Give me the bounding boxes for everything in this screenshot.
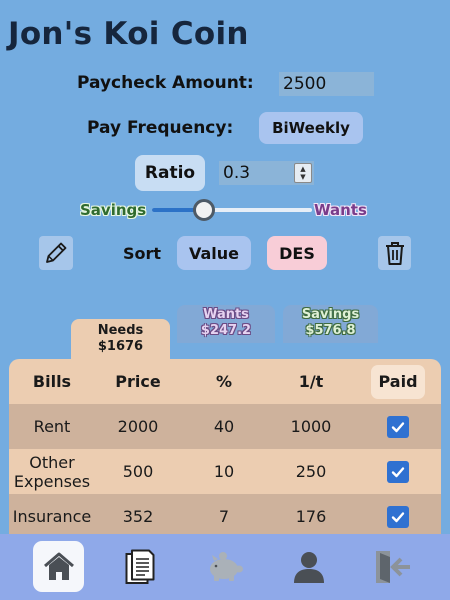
tab-wants[interactable]: Wants $247.2 — [177, 305, 275, 343]
tab-wants-amount: $247.2 — [200, 323, 252, 338]
nav-profile[interactable] — [283, 541, 334, 592]
slider-thumb[interactable] — [193, 199, 215, 221]
paid-cell — [355, 505, 441, 528]
app-title: Jon's Koi Coin — [8, 16, 249, 52]
spin-up-icon[interactable]: ▲ — [300, 165, 305, 173]
bill-percent: 10 — [213, 462, 235, 481]
table-row[interactable]: Insurance 352 7 176 — [9, 494, 441, 535]
home-icon — [43, 552, 74, 580]
paid-cell — [355, 415, 441, 438]
bills-table: Bills Price % 1/t Paid Rent 2000 40 1000… — [9, 359, 441, 535]
header-per-period[interactable]: 1/t — [267, 372, 355, 391]
trash-icon — [385, 242, 404, 265]
spin-down-icon[interactable]: ▼ — [300, 173, 305, 181]
paycheck-amount-input[interactable] — [279, 72, 374, 96]
nav-savings[interactable] — [199, 541, 250, 592]
header-paid-cell: Paid — [355, 364, 441, 399]
edit-button[interactable] — [39, 236, 73, 270]
bill-name: Other Expenses — [13, 452, 91, 491]
bill-percent: 40 — [213, 417, 235, 436]
nav-document[interactable] — [114, 541, 165, 592]
checkmark-icon — [391, 511, 405, 522]
ratio-button[interactable]: Ratio — [135, 155, 205, 191]
paid-checkbox[interactable] — [387, 415, 409, 438]
pay-frequency-select[interactable]: BiWeekly — [259, 112, 363, 144]
ratio-input[interactable]: 0.3 ▲ ▼ — [219, 161, 314, 185]
pay-frequency-label: Pay Frequency: — [87, 118, 234, 138]
tab-needs-amount: $1676 — [97, 339, 144, 354]
ratio-spinner[interactable]: ▲ ▼ — [294, 163, 312, 183]
paycheck-label: Paycheck Amount: — [77, 73, 254, 93]
table-header: Bills Price % 1/t Paid — [9, 359, 441, 404]
checkmark-icon — [391, 466, 405, 477]
tab-wants-name: Wants — [203, 307, 249, 322]
delete-button[interactable] — [378, 236, 411, 270]
tab-savings[interactable]: Savings $576.8 — [283, 305, 378, 343]
tab-savings-amount: $576.8 — [305, 323, 356, 338]
nav-home[interactable] — [33, 541, 84, 592]
paid-cell — [355, 460, 441, 483]
bill-name: Rent — [33, 417, 71, 436]
bill-price: 2000 — [117, 417, 159, 436]
sort-label: Sort — [123, 244, 162, 263]
bill-per-period: 250 — [295, 462, 327, 481]
bill-name: Insurance — [12, 507, 92, 526]
table-row[interactable]: Other Expenses 500 10 250 — [9, 449, 441, 494]
tab-needs[interactable]: Needs $1676 — [71, 319, 170, 361]
sort-direction-button[interactable]: DES — [267, 236, 327, 270]
piggy-bank-icon — [209, 551, 243, 581]
logout-icon — [375, 550, 410, 583]
bill-price: 500 — [122, 462, 154, 481]
sort-field-button[interactable]: Value — [177, 236, 251, 270]
user-icon — [293, 551, 324, 583]
paid-checkbox[interactable] — [387, 460, 409, 483]
nav-logout[interactable] — [367, 541, 418, 592]
checkmark-icon — [391, 421, 405, 432]
bill-per-period: 176 — [295, 507, 327, 526]
slider-wants-label: Wants — [314, 201, 367, 219]
ratio-value: 0.3 — [223, 163, 251, 183]
bottom-nav — [0, 534, 450, 600]
header-paid[interactable]: Paid — [371, 364, 425, 399]
slider-savings-label: Savings — [80, 201, 147, 219]
bill-price: 352 — [122, 507, 154, 526]
table-row[interactable]: Rent 2000 40 1000 — [9, 404, 441, 449]
header-price[interactable]: Price — [95, 372, 181, 391]
bill-per-period: 1000 — [290, 417, 332, 436]
pencil-icon — [46, 242, 67, 263]
tab-needs-name: Needs — [97, 323, 144, 338]
ratio-slider[interactable] — [152, 208, 312, 212]
tab-savings-name: Savings — [301, 307, 360, 322]
bill-percent: 7 — [218, 507, 230, 526]
header-percent[interactable]: % — [181, 372, 267, 391]
header-bills[interactable]: Bills — [9, 372, 95, 391]
paid-checkbox[interactable] — [387, 505, 409, 528]
document-icon — [125, 549, 154, 584]
